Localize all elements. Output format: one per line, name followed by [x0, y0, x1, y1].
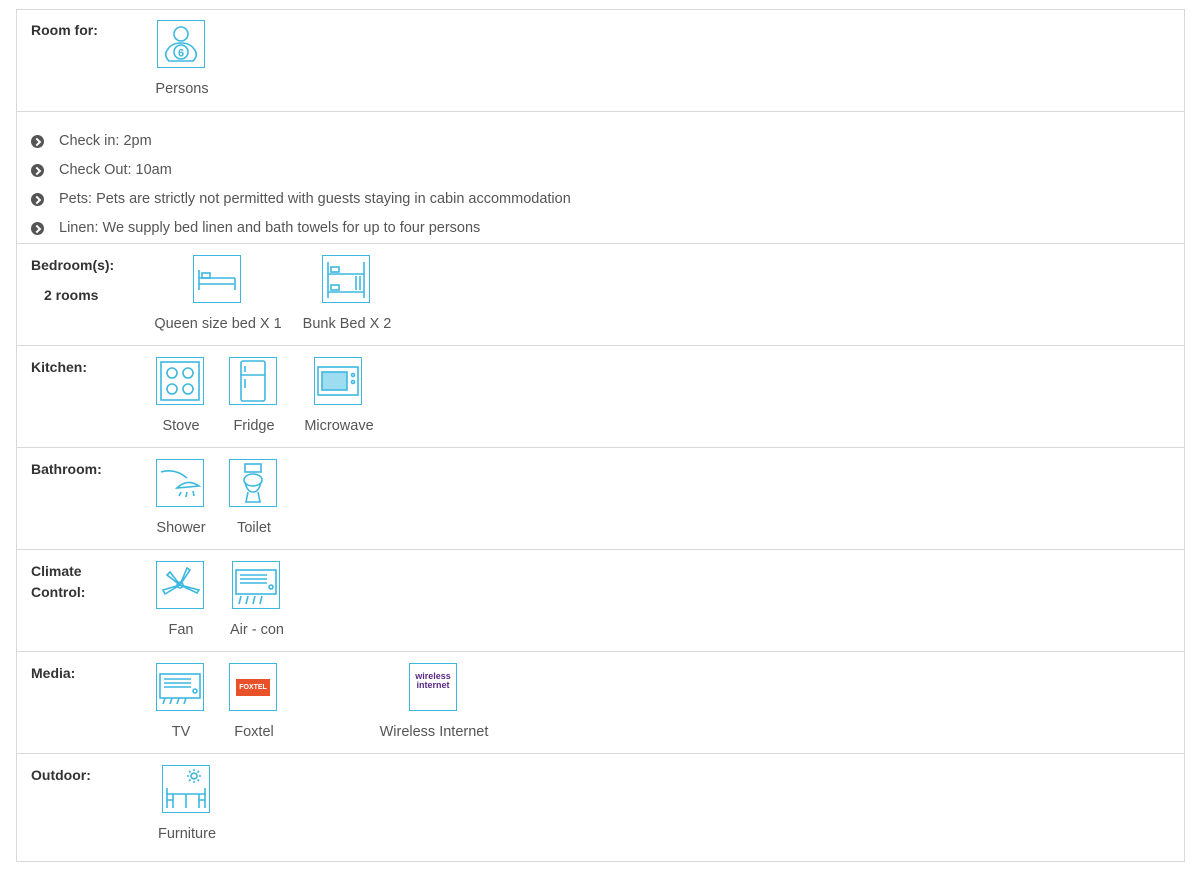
stove-caption: Stove — [162, 418, 200, 434]
climate-label: Climate Control: — [31, 563, 86, 600]
bunk-bed-icon — [322, 255, 370, 303]
bedrooms-row: Bedroom(s): 2 rooms Queen size bed X 1 B… — [16, 243, 1185, 346]
foxtel-caption: Foxtel — [234, 724, 274, 740]
toilet-icon — [229, 459, 277, 507]
climate-row: Climate Control: Fan Air - con — [16, 549, 1185, 652]
microwave-icon — [314, 357, 362, 405]
kitchen-row: Kitchen: Stove Fridge Microwave — [16, 345, 1185, 448]
media-label: Media: — [31, 665, 76, 681]
queen-bed-icon — [193, 255, 241, 303]
chevron-circle-icon — [31, 164, 44, 177]
bedroom-count: 2 rooms — [44, 287, 99, 303]
chevron-circle-icon — [31, 222, 44, 235]
outdoor-label: Outdoor: — [31, 767, 91, 783]
room-for-label: Room for: — [31, 22, 98, 38]
furniture-caption: Furniture — [157, 826, 217, 842]
queen-bed-caption: Queen size bed X 1 — [154, 316, 282, 332]
kitchen-label: Kitchen: — [31, 359, 87, 375]
persons-caption: Persons — [155, 81, 209, 97]
fan-icon — [156, 561, 204, 609]
bathroom-row: Bathroom: Shower Toilet — [16, 447, 1185, 550]
air-con-caption: Air - con — [230, 622, 284, 638]
foxtel-logo-icon: FOXTEL — [229, 663, 277, 711]
tv-caption: TV — [171, 724, 191, 740]
stove-icon — [156, 357, 204, 405]
microwave-caption: Microwave — [304, 418, 374, 434]
shower-icon — [156, 459, 204, 507]
bathroom-label: Bathroom: — [31, 461, 102, 477]
wireless-internet-icon: wireless internet — [409, 663, 457, 711]
room-for-row: Room for: 6 Persons — [16, 9, 1185, 112]
toilet-caption: Toilet — [237, 520, 271, 536]
tv-icon — [156, 663, 204, 711]
bunk-bed-caption: Bunk Bed X 2 — [302, 316, 392, 332]
fridge-icon — [229, 357, 277, 405]
chevron-circle-icon — [31, 193, 44, 206]
fridge-caption: Fridge — [233, 418, 275, 434]
bedrooms-label: Bedroom(s): — [31, 257, 115, 273]
air-con-icon — [232, 561, 280, 609]
media-row: Media: TV FOXTEL Foxtel wireless internet… — [16, 651, 1185, 754]
outdoor-row: Outdoor: Furniture — [16, 753, 1185, 856]
wireless-internet-caption: Wireless Internet — [379, 724, 489, 740]
svg-text:6: 6 — [178, 48, 184, 60]
chevron-circle-icon — [31, 135, 44, 148]
outdoor-furniture-icon — [162, 765, 210, 813]
shower-caption: Shower — [156, 520, 206, 536]
info-row: Check in: 2pm Check Out: 10am Pets: Pets… — [16, 111, 1185, 244]
person-6-icon: 6 — [157, 20, 205, 68]
fan-caption: Fan — [168, 622, 194, 638]
